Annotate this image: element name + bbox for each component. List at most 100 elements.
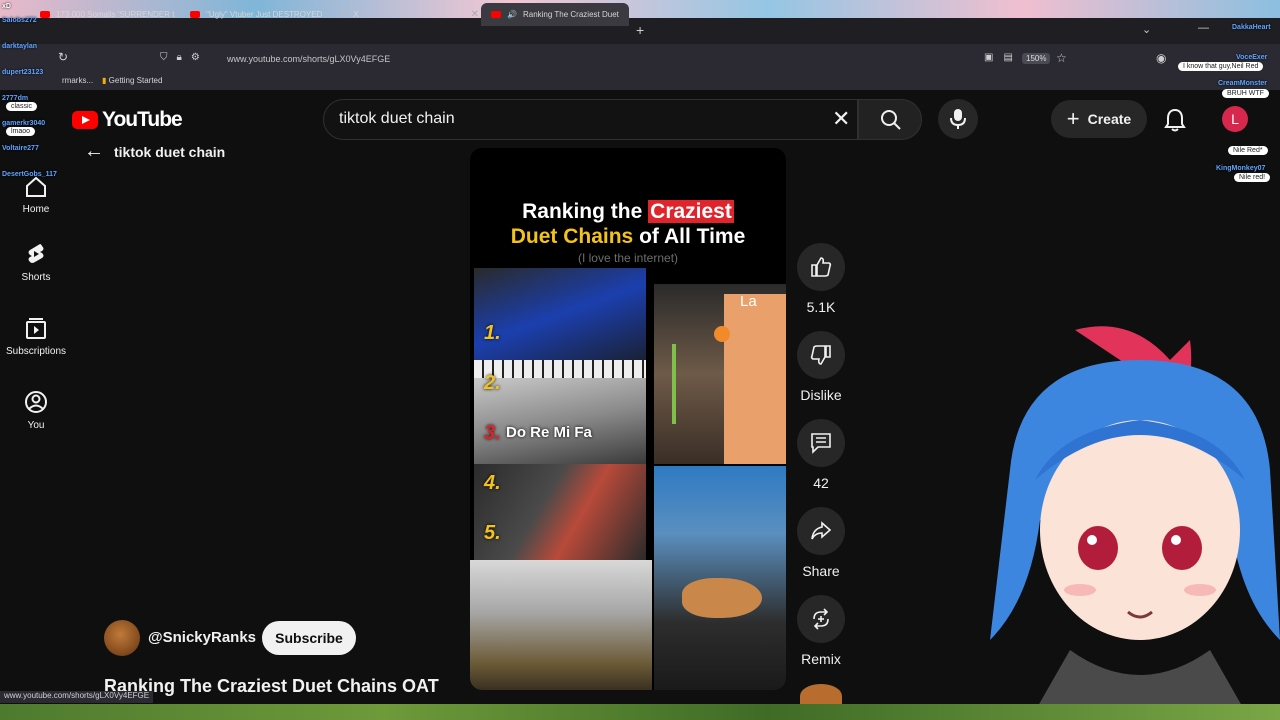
reader-view-icon[interactable]: ▣	[984, 52, 993, 63]
like-button[interactable]	[797, 243, 845, 291]
create-label: Create	[1087, 111, 1132, 127]
dislike-button[interactable]	[797, 331, 845, 379]
rank-label: 4.	[484, 472, 501, 494]
tab-label: 173,000 Somalis 'SURRENDER t	[56, 10, 175, 19]
bookmark-icon: ▮	[102, 76, 107, 85]
back-to-search[interactable]: ← tiktok duet chain	[84, 140, 225, 163]
sidebar-item-subscriptions[interactable]: Subscriptions	[0, 316, 72, 357]
channel-avatar[interactable]	[104, 620, 140, 656]
lock-icon[interactable]: 🔒︎	[177, 52, 182, 63]
remix-action[interactable]: Remix	[796, 595, 846, 667]
account-icon[interactable]: ◉	[1156, 51, 1166, 65]
back-arrow-icon: ←	[84, 140, 104, 162]
short-title[interactable]: Ranking The Craziest Duet Chains OAT	[104, 676, 439, 697]
notifications-bell-icon[interactable]	[1164, 108, 1186, 137]
chat-message: lmaoo	[6, 127, 36, 136]
create-button[interactable]: + Create	[1051, 100, 1147, 138]
comments-action[interactable]: 42	[796, 419, 846, 491]
sidebar-label: Home	[22, 204, 50, 215]
chat-username: gamerkr3040	[2, 120, 46, 127]
remix-button[interactable]	[797, 595, 845, 643]
bookmark-label: Getting Started	[108, 76, 163, 85]
new-tab-icon[interactable]: +	[636, 22, 644, 38]
share-icon	[811, 521, 832, 540]
share-action[interactable]: Share	[796, 507, 846, 579]
browser-tab-2[interactable]: "Ugly" Vtuber Just DESTROYED ✕	[180, 3, 328, 26]
bookmark-getting-started[interactable]: ▮ Getting Started	[102, 76, 162, 85]
browser-tab-1[interactable]: 173,000 Somalis 'SURRENDER t ✕	[30, 3, 178, 26]
x-icon: 𝕏	[340, 9, 348, 19]
youtube-icon	[40, 11, 50, 18]
rank-label: 5.	[484, 522, 501, 544]
subscribe-button[interactable]: Subscribe	[262, 621, 356, 655]
vtuber-avatar	[990, 326, 1280, 720]
vtuber-eye-highlight	[1171, 535, 1181, 545]
back-label: tiktok duet chain	[114, 143, 226, 160]
like-count: 5.1K	[806, 299, 836, 315]
chat-username: 2777dm	[2, 95, 29, 102]
channel-name[interactable]: @SnickyRanks	[148, 629, 256, 646]
permissions-icon[interactable]: ⚙︎	[191, 52, 200, 63]
youtube-logo[interactable]: YouTube	[72, 108, 183, 132]
chat-message: classic	[6, 102, 38, 111]
speaker-icon: 🔊	[507, 10, 517, 19]
youtube-icon	[190, 11, 200, 18]
sidebar-label: Subscriptions	[5, 346, 67, 357]
remix-icon	[813, 608, 829, 630]
chat-username: dupert23123	[2, 69, 44, 76]
like-action[interactable]: 5.1K	[796, 243, 846, 315]
chat-username: KingMonkey07	[1216, 165, 1266, 172]
comments-icon	[811, 433, 831, 454]
vtuber-blush	[1184, 584, 1216, 596]
clear-search-icon[interactable]: ✕	[832, 106, 850, 132]
tab-label: X	[353, 10, 359, 19]
chat-username: Voltaire277	[2, 145, 39, 152]
bookmark-star-icon[interactable]: ☆	[1056, 51, 1067, 65]
screenshot-icon[interactable]: ▤	[1003, 52, 1012, 63]
dislike-label: Dislike	[800, 387, 842, 403]
tab-close-icon[interactable]: ✕	[471, 9, 478, 20]
zoom-level[interactable]: 150%	[1022, 53, 1051, 64]
share-button[interactable]	[797, 507, 845, 555]
bookmarks-bar	[0, 74, 1280, 90]
chat-message: BRUH WTF	[1222, 89, 1269, 98]
vtuber-left-eye	[1078, 526, 1118, 570]
home-icon	[26, 176, 46, 197]
screen: 173,000 Somalis 'SURRENDER t ✕ "Ugly" Vt…	[0, 0, 1280, 720]
minimize-icon[interactable]: —	[1198, 22, 1209, 34]
address-bar[interactable]: www.youtube.com/shorts/gLX0Vy4EFGE	[227, 54, 390, 64]
sidebar-item-shorts[interactable]: Shorts	[0, 242, 72, 283]
comment-count: 42	[813, 475, 829, 491]
youtube-wordmark: YouTube	[102, 108, 183, 131]
search-icon	[881, 110, 901, 130]
chat-message: I know that guy,Neil Red	[1178, 62, 1264, 71]
bookmark-item[interactable]: rmarks...	[62, 76, 93, 85]
shorts-video-player[interactable]: Ranking the Craziest Duet Chains of All …	[470, 148, 786, 690]
rank-label: 1.	[484, 322, 501, 344]
chevron-down-icon[interactable]: ⌄	[1142, 23, 1151, 36]
chat-message: Nile red!	[1234, 173, 1271, 182]
tab-label: Ranking The Craziest Duet	[522, 10, 619, 19]
sidebar-item-home[interactable]: Home	[0, 176, 72, 215]
voice-search-button[interactable]	[938, 99, 978, 139]
url-security-icons: ⛉ 🔒︎ ⚙︎	[160, 52, 200, 63]
chat-username: VoceExer	[1236, 54, 1268, 61]
video-overlay-layer	[470, 148, 786, 690]
reload-icon[interactable]: ↻	[58, 50, 68, 64]
chat-username: DakkaHeart	[1232, 24, 1271, 31]
browser-tab-3[interactable]: 𝕏 X ✕	[330, 3, 478, 26]
browser-tab-active[interactable]: 🔊 Ranking The Craziest Duet ✕	[481, 3, 629, 26]
chat-text: xD	[2, 3, 11, 10]
search-input[interactable]: tiktok duet chain	[339, 110, 455, 128]
comments-button[interactable]	[797, 419, 845, 467]
shield-icon[interactable]: ⛉	[160, 52, 168, 63]
chat-message: Nile Red*	[1228, 146, 1268, 155]
dislike-action[interactable]: Dislike	[796, 331, 846, 403]
account-avatar[interactable]: L	[1222, 106, 1248, 132]
remix-label: Remix	[801, 651, 841, 667]
microphone-icon	[950, 109, 966, 129]
shorts-icon	[28, 244, 44, 263]
search-button[interactable]	[858, 99, 922, 140]
sidebar-item-you[interactable]: You	[0, 390, 72, 431]
video-side-text: La	[740, 293, 757, 310]
